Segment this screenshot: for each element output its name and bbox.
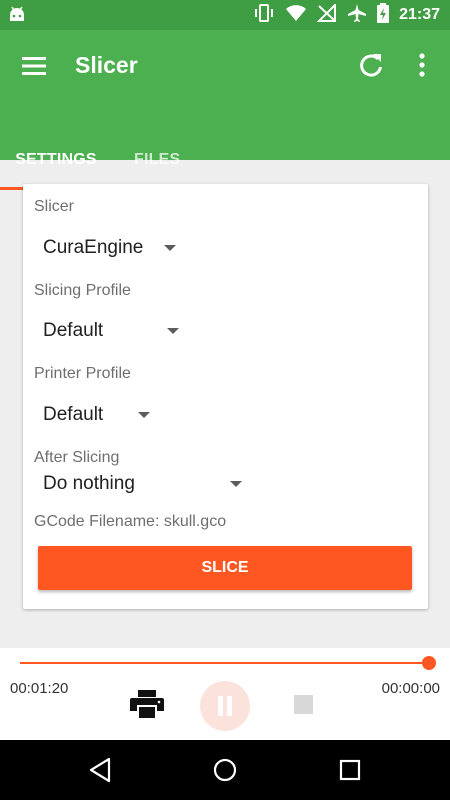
tab-settings[interactable]: SETTINGS [0,130,112,190]
overflow-menu-icon[interactable] [412,50,432,80]
app-title: Slicer [75,52,138,78]
printer-profile-label: Printer Profile [34,365,131,382]
slicing-profile-label: Slicing Profile [34,282,131,299]
system-nav-bar [0,740,450,800]
vibrate-icon [253,3,275,27]
status-bar: 21:37 [0,0,450,30]
progress-thumb[interactable] [422,656,436,670]
app-bar: Slicer SETTINGS FILES [0,30,450,190]
status-time: 21:37 [399,6,440,23]
remaining-time: 00:00:00 [381,680,440,697]
printer-profile-value: Default [43,404,104,425]
after-slicing-value: Do nothing [43,473,135,494]
slicer-settings-card: Slicer CuraEngine Slicing Profile Defaul… [23,184,428,609]
print-progress-panel: 00:01:20 00:00:00 [0,648,450,740]
progress-track [20,662,430,664]
tab-files[interactable]: FILES [112,130,196,190]
chevron-down-icon [229,481,242,487]
no-signal-icon [316,2,337,27]
slice-button[interactable]: SLICE [38,546,412,590]
wifi-icon [285,4,307,27]
slicer-label: Slicer [34,198,75,215]
slicing-profile-value: Default [43,320,104,341]
chevron-down-icon [138,412,151,418]
slicing-profile-dropdown[interactable]: Default [43,320,180,342]
home-icon[interactable] [212,757,238,788]
slicer-value: CuraEngine [43,237,144,258]
battery-charging-icon [377,2,390,28]
after-slicing-dropdown[interactable]: Do nothing [43,473,242,495]
refresh-icon[interactable] [356,50,386,80]
chevron-down-icon [167,328,180,334]
tab-bar: SETTINGS FILES [0,130,450,190]
recents-icon[interactable] [339,757,361,788]
chevron-down-icon [164,245,177,251]
slicer-dropdown[interactable]: CuraEngine [43,237,177,259]
airplane-mode-icon [347,3,367,28]
back-icon[interactable] [88,757,112,788]
after-slicing-label: After Slicing [34,449,120,466]
menu-icon[interactable] [20,54,50,78]
printer-profile-dropdown[interactable]: Default [43,404,151,426]
elapsed-time: 00:01:20 [10,680,69,697]
gcode-filename: GCode Filename: skull.gco [34,513,227,530]
android-icon [8,6,26,27]
print-icon[interactable] [129,688,165,720]
pause-icon[interactable] [200,681,250,731]
stop-icon[interactable] [294,695,313,714]
